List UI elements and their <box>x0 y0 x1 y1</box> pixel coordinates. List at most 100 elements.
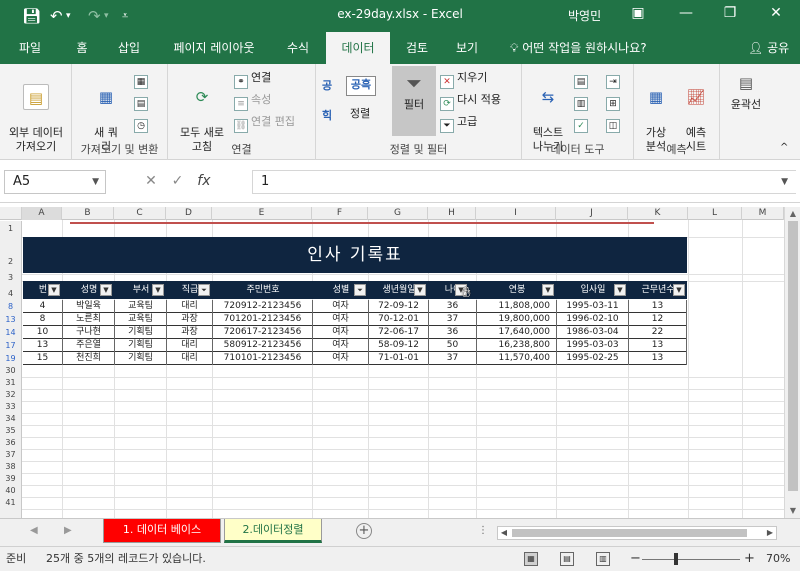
header-cell[interactable]: 연봉 ▼ <box>477 281 557 299</box>
row-header[interactable]: 35 <box>0 425 22 437</box>
filter-applied-icon[interactable]: ⏷ <box>198 284 210 296</box>
get-external-data-button[interactable]: ▤ 외부 데이터 가져오기 <box>4 70 68 154</box>
tab-splitter-icon[interactable]: ⋮ <box>478 525 488 536</box>
column-header[interactable]: E <box>212 207 312 220</box>
horizontal-scrollbar[interactable]: ◀ ▶ <box>497 526 777 540</box>
consolidate-icon[interactable]: ⇥ <box>606 70 623 89</box>
filter-dropdown-icon[interactable]: ▼ <box>100 284 112 296</box>
recent-sources-icon[interactable]: ◷ <box>134 114 151 133</box>
row-header[interactable]: 2 <box>0 237 22 274</box>
column-header[interactable]: L <box>688 207 742 220</box>
sheet-tab-database[interactable]: 1. 데이터 베이스 <box>103 519 221 543</box>
vertical-scrollbar[interactable]: ▲ ▼ <box>784 207 800 518</box>
horizontal-scroll-thumb[interactable] <box>512 529 747 537</box>
filter-dropdown-icon[interactable]: ▼ <box>673 284 685 296</box>
flash-fill-icon[interactable]: ▤ <box>574 70 591 89</box>
header-cell[interactable]: 주민번호 <box>213 281 313 299</box>
row-header[interactable]: 33 <box>0 401 22 413</box>
formula-input[interactable]: 1 ▼ <box>252 170 796 194</box>
sheet-prev-icon[interactable]: ◀ <box>30 525 38 536</box>
column-header[interactable]: H <box>428 207 476 220</box>
clear-filter-button[interactable]: ✕ 지우기 <box>440 70 487 89</box>
header-cell[interactable]: 성별 ⏷ <box>313 281 369 299</box>
cancel-icon[interactable]: ✕ <box>140 173 162 189</box>
zoom-level[interactable]: 70% <box>766 547 790 571</box>
tab-formulas[interactable]: 수식 <box>276 32 320 64</box>
column-header[interactable]: C <box>114 207 166 220</box>
header-cell[interactable]: 입사일 ▼ <box>557 281 629 299</box>
tab-home[interactable]: 홈 <box>64 32 100 64</box>
worksheet-grid[interactable]: A B C D E F G H I J K L M 1 2 3 4 8 13 1… <box>0 207 784 518</box>
row-header[interactable]: 17 <box>0 339 22 352</box>
row-header[interactable]: 13 <box>0 313 22 326</box>
table-row[interactable]: 8 노른최 교육팀 과장 701201-2123456 여자 70-12-01 … <box>23 313 687 326</box>
zoom-in-icon[interactable]: + <box>744 547 755 571</box>
minimize-icon[interactable]: — <box>672 5 700 21</box>
row-header[interactable]: 36 <box>0 437 22 449</box>
filter-applied-icon[interactable]: ⏷ <box>354 284 366 296</box>
row-header[interactable]: 8 <box>0 300 22 313</box>
sheet-tab-data-sort[interactable]: 2.데이터정렬 <box>224 519 322 543</box>
expand-formula-icon[interactable]: ▼ <box>781 171 788 193</box>
table-row[interactable]: 13 주은열 기획팀 대리 580912-2123456 여자 58-09-12… <box>23 339 687 352</box>
header-cell[interactable]: 부서 ▼ <box>115 281 167 299</box>
sort-button[interactable]: 정렬 <box>350 106 370 122</box>
filter-dropdown-icon[interactable]: ▼ <box>414 284 426 296</box>
user-name[interactable]: 박영민 <box>568 7 601 24</box>
table-row[interactable]: 4 박일육 교육팀 대리 720912-2123456 여자 72-09-12 … <box>23 300 687 313</box>
tab-insert[interactable]: 삽입 <box>108 32 150 64</box>
enter-icon[interactable]: ✓ <box>166 173 188 189</box>
sort-descending-button[interactable]: 힉 <box>322 108 332 124</box>
page-break-view-icon[interactable]: ▥ <box>596 552 610 566</box>
zoom-out-icon[interactable]: − <box>630 547 641 571</box>
restore-icon[interactable]: ❐ <box>716 5 744 21</box>
row-header[interactable]: 31 <box>0 377 22 389</box>
sheet-next-icon[interactable]: ▶ <box>64 525 72 536</box>
advanced-filter-button[interactable]: ⏷ 고급 <box>440 114 477 133</box>
column-header[interactable]: K <box>628 207 688 220</box>
filter-button[interactable]: ⏷ 필터 <box>392 66 436 136</box>
select-all-corner[interactable] <box>0 207 22 220</box>
column-header[interactable]: J <box>556 207 628 220</box>
normal-view-icon[interactable]: ▦ <box>524 552 538 566</box>
from-table-icon[interactable]: ▤ <box>134 92 151 111</box>
vertical-scroll-thumb[interactable] <box>788 221 798 491</box>
row-header[interactable]: 30 <box>0 365 22 377</box>
header-cell[interactable]: 근무년수 ▼ <box>629 281 687 299</box>
zoom-slider-thumb[interactable] <box>674 553 678 565</box>
name-box-dropdown-icon[interactable]: ▼ <box>92 171 99 193</box>
remove-duplicates-icon[interactable]: ▥ <box>574 92 591 111</box>
header-cell[interactable]: 성명 ▼ <box>63 281 115 299</box>
outline-button[interactable]: ▤ 윤곽선 <box>724 70 768 112</box>
tell-me-box[interactable]: 💡︎ 어떤 작업을 원하시나요? <box>510 32 647 64</box>
reapply-button[interactable]: ⟳ 다시 적용 <box>440 92 501 111</box>
insert-function-icon[interactable]: fx <box>193 173 215 189</box>
row-header[interactable]: 39 <box>0 473 22 485</box>
data-model-icon[interactable]: ◫ <box>606 114 623 133</box>
zoom-slider[interactable] <box>642 559 740 560</box>
collapse-ribbon-icon[interactable]: ^ <box>780 140 788 156</box>
row-header[interactable]: 40 <box>0 485 22 497</box>
row-header[interactable]: 32 <box>0 389 22 401</box>
name-box[interactable]: A5 ▼ <box>4 170 106 194</box>
tab-view[interactable]: 보기 <box>446 32 488 64</box>
row-header[interactable]: 19 <box>0 352 22 365</box>
sort-ascending-button[interactable]: 공 <box>322 78 332 94</box>
table-row[interactable]: 15 천진희 기획팀 대리 710101-2123456 여자 71-01-01… <box>23 352 687 365</box>
close-icon[interactable]: ✕ <box>762 5 790 21</box>
tab-page-layout[interactable]: 페이지 레이아웃 <box>160 32 268 64</box>
column-header[interactable]: F <box>312 207 368 220</box>
data-validation-icon[interactable]: ✓ <box>574 114 591 133</box>
tab-data[interactable]: 데이터 <box>326 32 390 65</box>
scroll-left-icon[interactable]: ◀ <box>498 527 510 539</box>
header-cell[interactable]: 번 ▼ <box>23 281 63 299</box>
row-header[interactable]: 3 <box>0 274 22 282</box>
column-header[interactable]: A <box>22 207 62 220</box>
column-header[interactable]: D <box>166 207 212 220</box>
share-button[interactable]: 👤︎ 공유 <box>748 32 789 64</box>
connections-button[interactable]: ⚭ 연결 <box>234 70 271 89</box>
header-cell[interactable]: 직급 ⏷ <box>167 281 213 299</box>
tab-file[interactable]: 파일 <box>10 32 50 64</box>
row-header[interactable]: 41 <box>0 497 22 518</box>
column-header[interactable]: G <box>368 207 428 220</box>
